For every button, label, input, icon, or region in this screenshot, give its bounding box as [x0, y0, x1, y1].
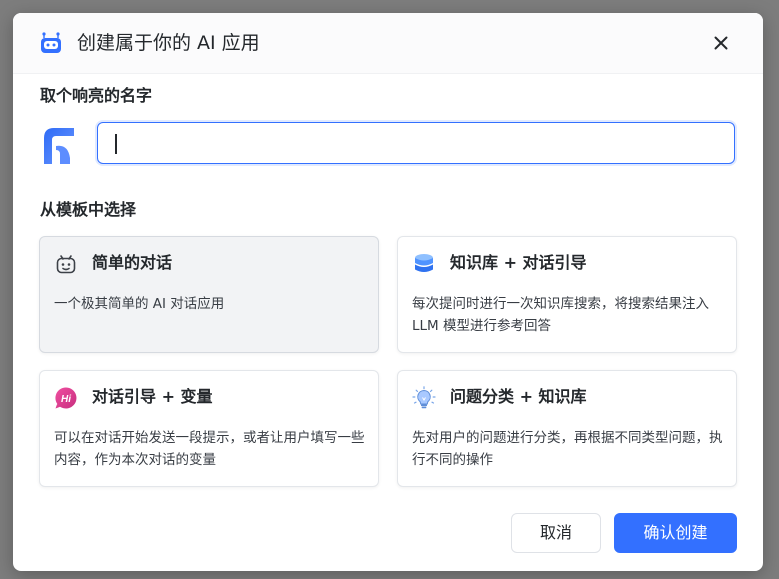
database-icon [415, 254, 433, 272]
template-title: 知识库 + 对话引导 [450, 253, 587, 272]
template-card-guide-variables[interactable]: Hi 对话引导 + 变量 可以在对话开始发送一段提示，或者让用户填写一些内容，作… [39, 370, 379, 487]
template-description: 先对用户的问题进行分类，再根据不同类型问题，执行不同的操作 [412, 430, 723, 468]
lightbulb-icon [412, 386, 436, 409]
app-logo-icon[interactable] [40, 124, 78, 166]
template-title: 问题分类 + 知识库 [450, 387, 587, 406]
template-card-kb-guide[interactable]: 知识库 + 对话引导 每次提问时进行一次知识库搜索，将搜索结果注入 LLM 模型… [397, 236, 737, 353]
hi-badge-icon: Hi [55, 387, 77, 409]
close-icon[interactable] [711, 33, 731, 53]
confirm-create-button[interactable]: 确认创建 [614, 513, 737, 553]
svg-text:Hi: Hi [61, 394, 71, 405]
template-card-classify-kb[interactable]: 问题分类 + 知识库 先对用户的问题进行分类，再根据不同类型问题，执行不同的操作 [397, 370, 737, 487]
template-card-simple-chat[interactable]: 简单的对话 一个极其简单的 AI 对话应用 [39, 236, 379, 353]
text-cursor [115, 134, 117, 154]
template-description: 一个极其简单的 AI 对话应用 [54, 296, 225, 312]
dialog-title: 创建属于你的 AI 应用 [77, 32, 260, 54]
template-title: 简单的对话 [92, 253, 173, 272]
create-app-dialog: 创建属于你的 AI 应用 取个响亮的名字 从模板中选择 简单的对话 一个极其简单… [13, 13, 763, 571]
robot-icon [41, 32, 61, 53]
app-name-input[interactable] [97, 122, 735, 164]
dialog-header: 创建属于你的 AI 应用 [13, 13, 763, 74]
name-section-label: 取个响亮的名字 [40, 86, 153, 105]
template-description: 可以在对话开始发送一段提示，或者让用户填写一些内容，作为本次对话的变量 [54, 430, 365, 468]
robot-face-icon [56, 255, 76, 274]
template-description: 每次提问时进行一次知识库搜索，将搜索结果注入 LLM 模型进行参考回答 [412, 296, 709, 334]
template-section-label: 从模板中选择 [40, 200, 137, 219]
template-title: 对话引导 + 变量 [92, 387, 213, 406]
cancel-button[interactable]: 取消 [511, 513, 601, 553]
